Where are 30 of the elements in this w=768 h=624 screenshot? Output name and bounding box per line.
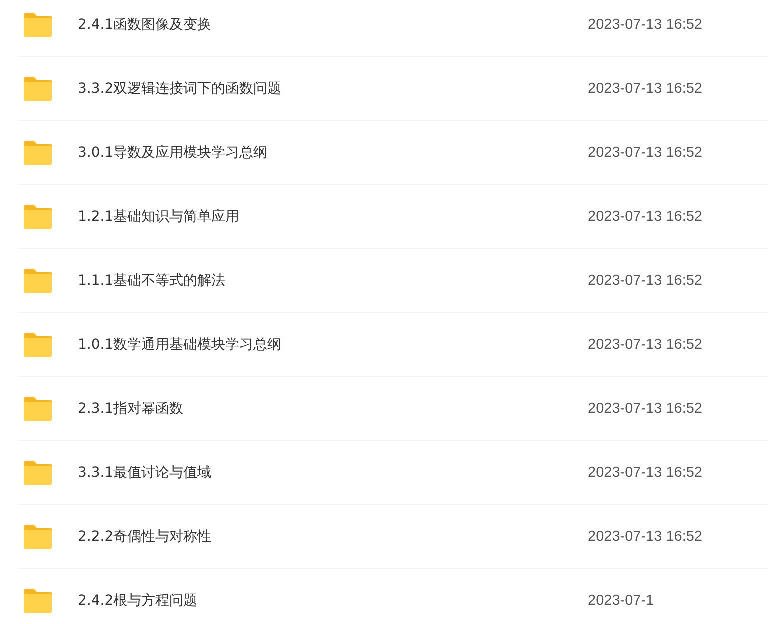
modified-date: 2023-07-13 16:52 <box>588 16 704 32</box>
folder-name[interactable]: 2.4.1函数图像及变换 <box>78 16 588 34</box>
folder-icon <box>22 76 54 102</box>
folder-name[interactable]: 1.0.1数学通用基础模块学习总纲 <box>78 336 588 354</box>
folder-icon <box>22 460 54 486</box>
folder-name[interactable]: 3.0.1导数及应用模块学习总纲 <box>78 144 588 162</box>
modified-date: 2023-07-13 16:52 <box>588 144 704 160</box>
folder-icon <box>22 396 54 422</box>
folder-icon <box>22 524 54 550</box>
folder-icon <box>22 204 54 230</box>
modified-date: 2023-07-13 16:52 <box>588 80 704 96</box>
modified-date: 2023-07-13 16:52 <box>588 464 704 480</box>
folder-name[interactable]: 1.1.1基础不等式的解法 <box>78 272 588 290</box>
folder-icon <box>22 12 54 38</box>
folder-name[interactable]: 1.2.1基础知识与简单应用 <box>78 208 588 226</box>
folder-name[interactable]: 3.3.2双逻辑连接词下的函数问题 <box>78 80 588 98</box>
folder-name[interactable]: 3.3.1最值讨论与值域 <box>78 464 588 482</box>
folder-icon <box>22 588 54 614</box>
folder-name[interactable]: 2.3.1指对幂函数 <box>78 400 588 418</box>
folder-name[interactable]: 2.4.2根与方程问题 <box>78 592 588 610</box>
modified-date: 2023-07-13 16:52 <box>588 336 704 352</box>
folder-name[interactable]: 2.2.2奇偶性与对称性 <box>78 528 588 546</box>
folder-icon <box>22 268 54 294</box>
modified-date: 2023-07-13 16:52 <box>588 528 704 544</box>
folder-icon <box>22 332 54 358</box>
modified-date: 2023-07-13 16:52 <box>588 400 704 416</box>
folder-icon <box>22 140 54 166</box>
modified-date: 2023-07-13 16:52 <box>588 208 704 224</box>
modified-date: 2023-07-13 16:52 <box>588 272 704 288</box>
modified-date: 2023-07-1 <box>588 592 656 608</box>
